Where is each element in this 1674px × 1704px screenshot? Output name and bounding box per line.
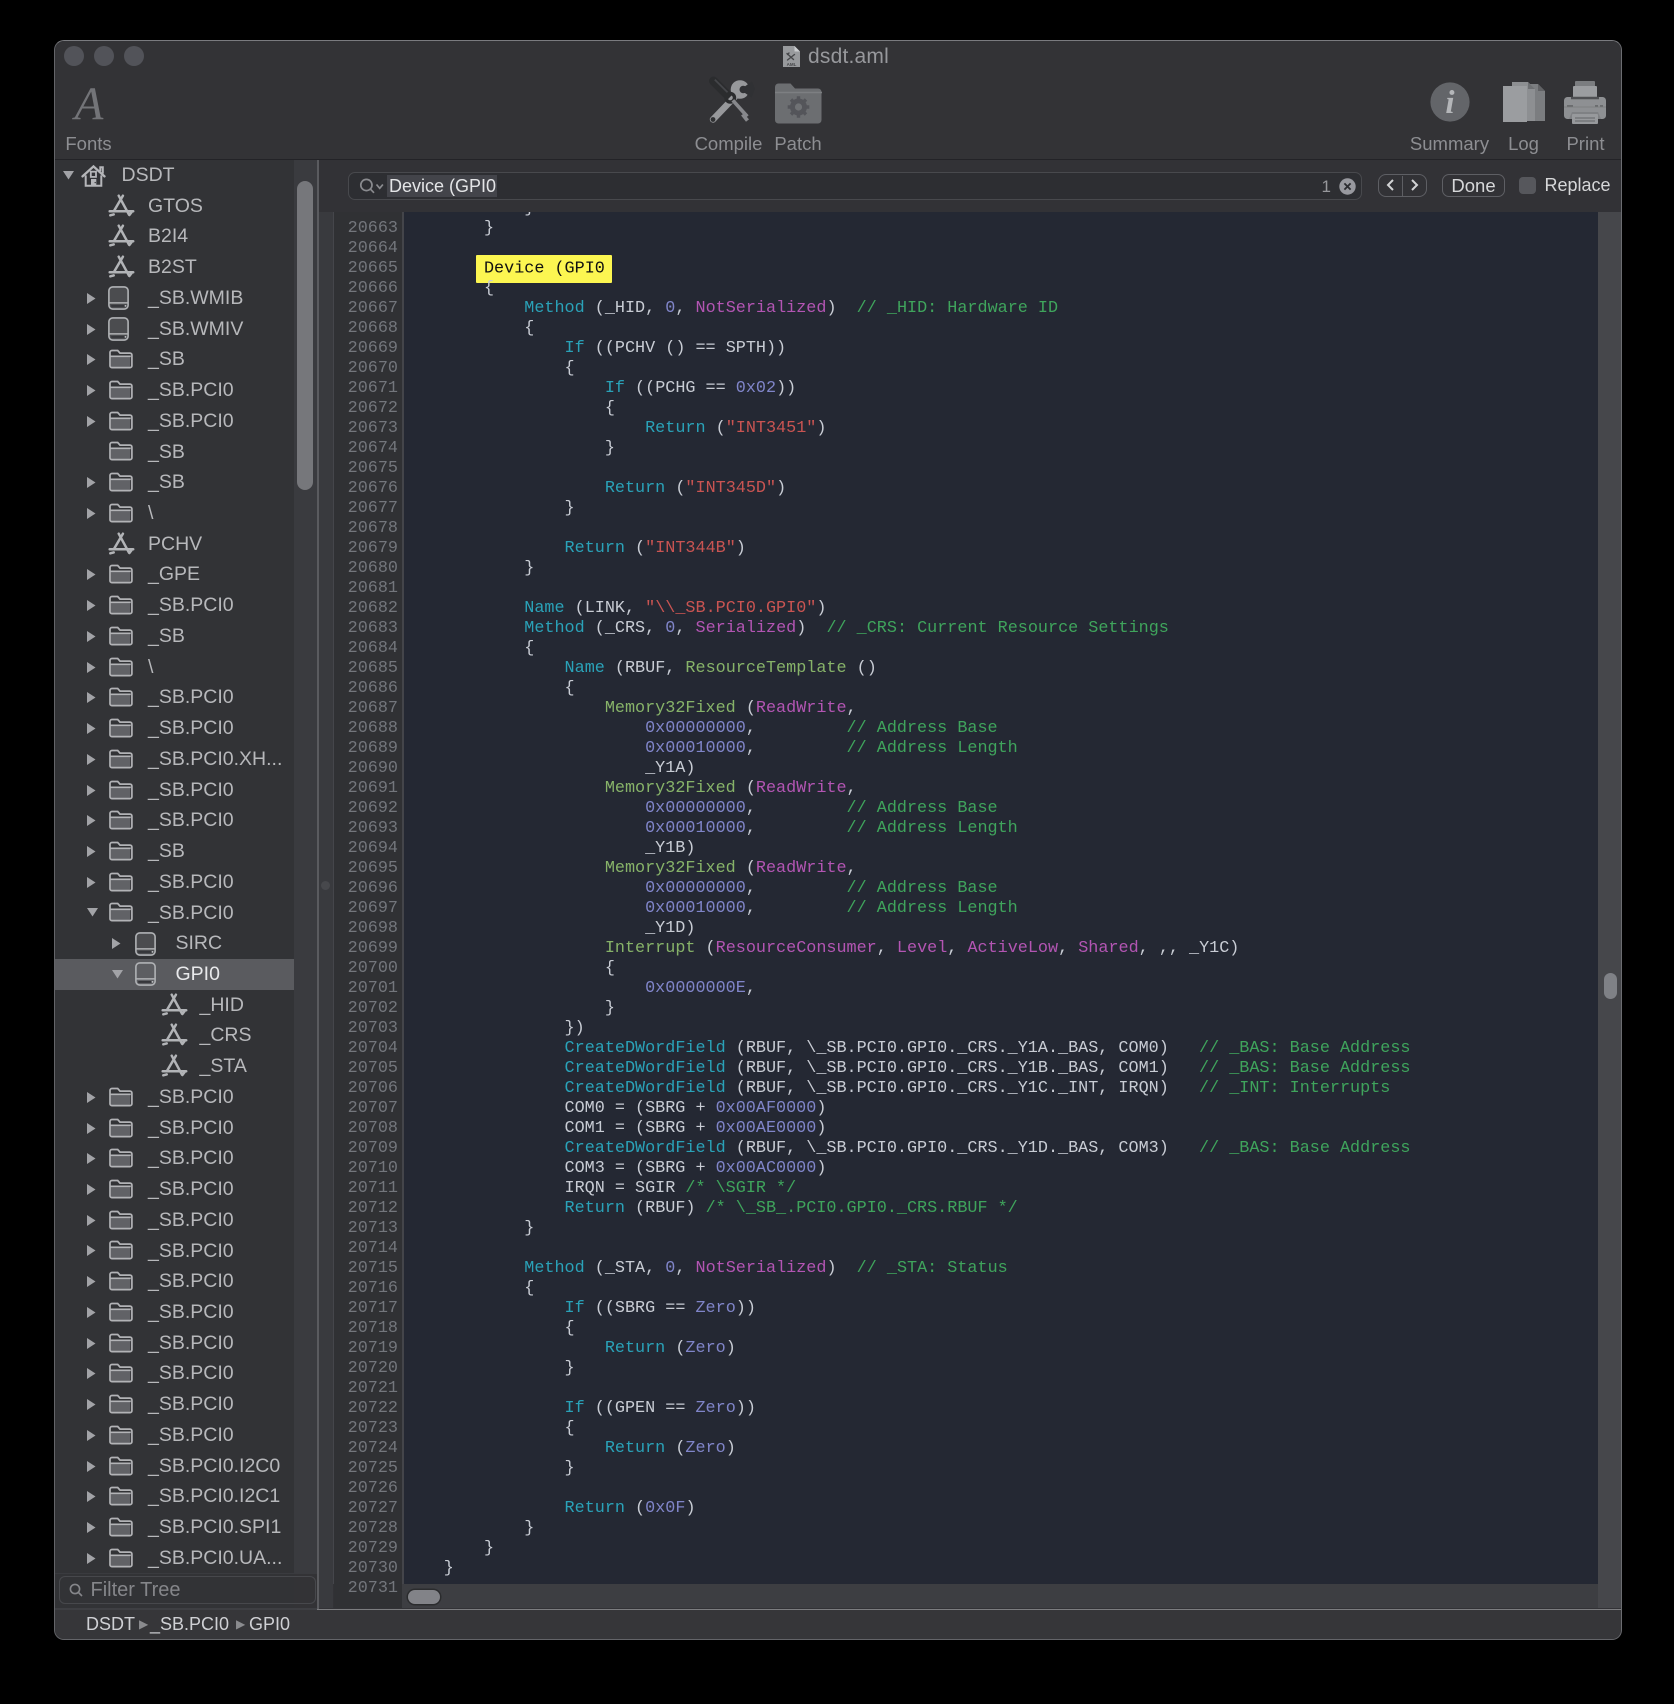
svg-text:AML: AML bbox=[787, 62, 797, 67]
svg-text:i: i bbox=[1445, 85, 1455, 121]
